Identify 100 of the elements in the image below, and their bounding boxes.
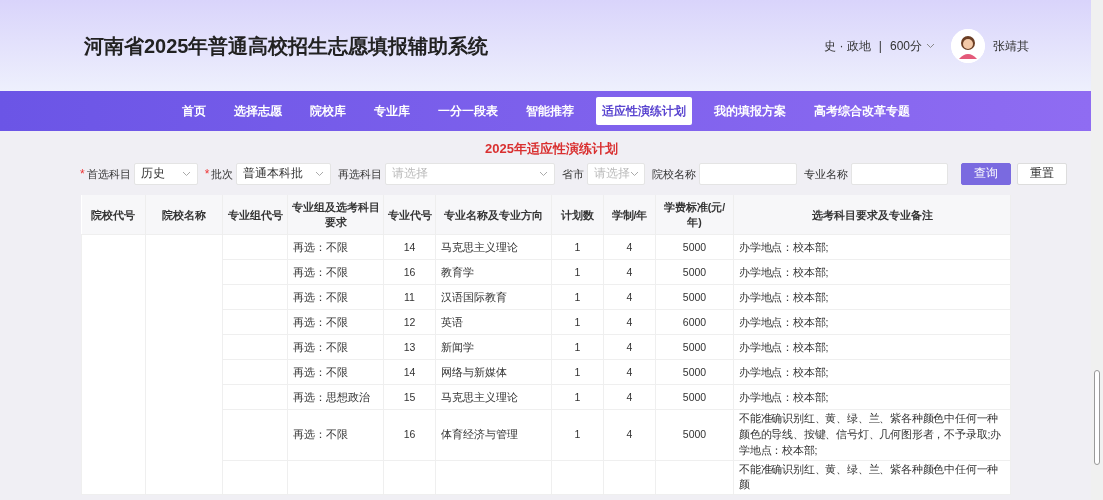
column-header: 计划数 <box>551 194 604 235</box>
table-cell: 1 <box>551 309 604 335</box>
score-text: 600分 <box>889 37 922 55</box>
table-cell: 14 <box>383 234 436 260</box>
column-header: 学费标准(元/年) <box>655 194 734 235</box>
field-label: 首选科目 <box>86 166 131 182</box>
chevron-down-icon[interactable] <box>315 170 325 177</box>
table-cell: 英语 <box>435 309 552 335</box>
table-cell: 4 <box>603 309 656 335</box>
chevron-down-icon[interactable] <box>926 42 935 49</box>
table-cell: 16 <box>383 259 436 285</box>
column-header: 专业名称及专业方向 <box>435 194 552 235</box>
column-header: 专业组代号 <box>222 194 288 235</box>
required-asterisk: * <box>80 165 85 183</box>
table-cell: 4 <box>603 359 656 385</box>
nav-tab[interactable]: 我的填报方案 <box>707 97 792 125</box>
nav-tab[interactable]: 院校库 <box>303 97 352 125</box>
table-cell: 5000 <box>655 284 734 310</box>
query-button[interactable]: 查询 <box>961 162 1012 185</box>
separator-text: | <box>878 37 882 55</box>
input-field[interactable] <box>851 162 949 185</box>
table-cell: 4 <box>603 384 656 410</box>
table-cell: 教育学 <box>435 259 552 285</box>
table-cell: 6000 <box>655 309 734 335</box>
table-cell: 5000 <box>655 259 734 285</box>
table-cell: 马克思主义理论 <box>435 234 552 260</box>
table-cell: 1 <box>551 359 604 385</box>
table-cell: 16 <box>383 409 436 461</box>
nav-tab[interactable]: 适应性演练计划 <box>595 97 692 125</box>
table-cell: 4 <box>603 334 656 360</box>
table-cell: 再选：不限 <box>287 334 384 360</box>
table-cell: 5000 <box>655 234 734 260</box>
column-header: 学制/年 <box>603 194 656 235</box>
table-cell: 体育经济与管理 <box>435 409 552 461</box>
app-title: 河南省2025年普通高校招生志愿填报辅助系统 <box>84 33 489 59</box>
nav-tab[interactable]: 选择志愿 <box>227 97 288 125</box>
table-cell: 网络与新媒体 <box>435 359 552 385</box>
scrollbar[interactable] <box>1091 0 1103 500</box>
user-name[interactable]: 张靖其 <box>993 36 1029 55</box>
table-cell: 4 <box>603 259 656 285</box>
table-cell: 1 <box>551 234 604 260</box>
table-cell: 11 <box>383 284 436 310</box>
table-cell: 办学地点：校本部; <box>733 309 1011 335</box>
table-cell: 再选：不限 <box>287 284 384 310</box>
nav-tab[interactable]: 智能推荐 <box>519 97 580 125</box>
field-label: 省市 <box>562 166 585 182</box>
table-cell: 办学地点：校本部; <box>733 284 1011 310</box>
table-cell: 4 <box>603 409 656 461</box>
table-cell: 再选：不限 <box>287 259 384 285</box>
nav-tab[interactable]: 高考综合改革专题 <box>807 97 916 125</box>
table-cell: 新闻学 <box>435 334 552 360</box>
table-cell: 5000 <box>655 359 734 385</box>
select-field[interactable]: 历史 <box>133 162 198 185</box>
table-cell: 再选：不限 <box>287 234 384 260</box>
table-cell: 不能准确识别红、黄、绿、兰、紫各种颜色中任何一种颜色的导线、按键、信号灯、几何图形者，不予录取;办学地点：校本部; <box>733 409 1011 461</box>
table-cell: 1 <box>551 384 604 410</box>
table-cell: 1 <box>551 409 604 461</box>
table-cell: 1 <box>551 259 604 285</box>
chevron-down-icon[interactable] <box>630 170 639 177</box>
column-header: 选考科目要求及专业备注 <box>733 194 1011 235</box>
column-header: 院校名称 <box>145 194 223 235</box>
reset-button[interactable]: 重置 <box>1017 162 1068 185</box>
table-cell: 再选：不限 <box>287 309 384 335</box>
column-header: 院校代号 <box>81 194 146 235</box>
table-cell: 5000 <box>655 409 734 461</box>
required-asterisk: * <box>204 165 210 183</box>
table-cell: 13 <box>383 334 436 360</box>
table-cell: 办学地点：校本部; <box>733 259 1011 285</box>
field-label: 批次 <box>211 166 234 182</box>
table-cell: 5000 <box>655 334 734 360</box>
field-label: 专业名称 <box>804 166 849 182</box>
column-header: 专业组及选考科目要求 <box>287 194 384 235</box>
table-cell: 1 <box>551 284 604 310</box>
table-cell: 1 <box>551 334 604 360</box>
field-label: 院校名称 <box>652 166 697 182</box>
table-cell: 办学地点：校本部; <box>733 234 1011 260</box>
chevron-down-icon[interactable] <box>539 170 549 177</box>
table-cell: 4 <box>603 234 656 260</box>
table-cell: 不能准确识别红、黄、绿、兰、紫各种颜色中任何一种颜 <box>733 460 1011 495</box>
table-cell: 汉语国际教育 <box>435 284 552 310</box>
table-cell: 办学地点：校本部; <box>733 359 1011 385</box>
page-title: 2025年适应性演练计划 <box>485 141 618 156</box>
subject-combination: 史 · 政地 <box>824 37 871 55</box>
field-label: 再选科目 <box>338 166 383 182</box>
nav-tab[interactable]: 首页 <box>175 97 212 125</box>
table-cell: 5000 <box>655 384 734 410</box>
table-cell: 马克思主义理论 <box>435 384 552 410</box>
table-cell: 4 <box>603 284 656 310</box>
table-cell: 办学地点：校本部; <box>733 334 1011 360</box>
select-field[interactable]: 普通本科批 <box>236 162 332 185</box>
table-cell: 12 <box>383 309 436 335</box>
input-field[interactable] <box>699 162 798 185</box>
column-header: 专业代号 <box>383 194 436 235</box>
table-cell: 再选：不限 <box>287 359 384 385</box>
nav-tab[interactable]: 一分一段表 <box>431 97 504 125</box>
nav-tab[interactable]: 专业库 <box>367 97 416 125</box>
table-cell: 办学地点：校本部; <box>733 384 1011 410</box>
chevron-down-icon[interactable] <box>181 170 191 177</box>
table-cell: 14 <box>383 359 436 385</box>
table-cell: 再选：思想政治 <box>287 384 384 410</box>
